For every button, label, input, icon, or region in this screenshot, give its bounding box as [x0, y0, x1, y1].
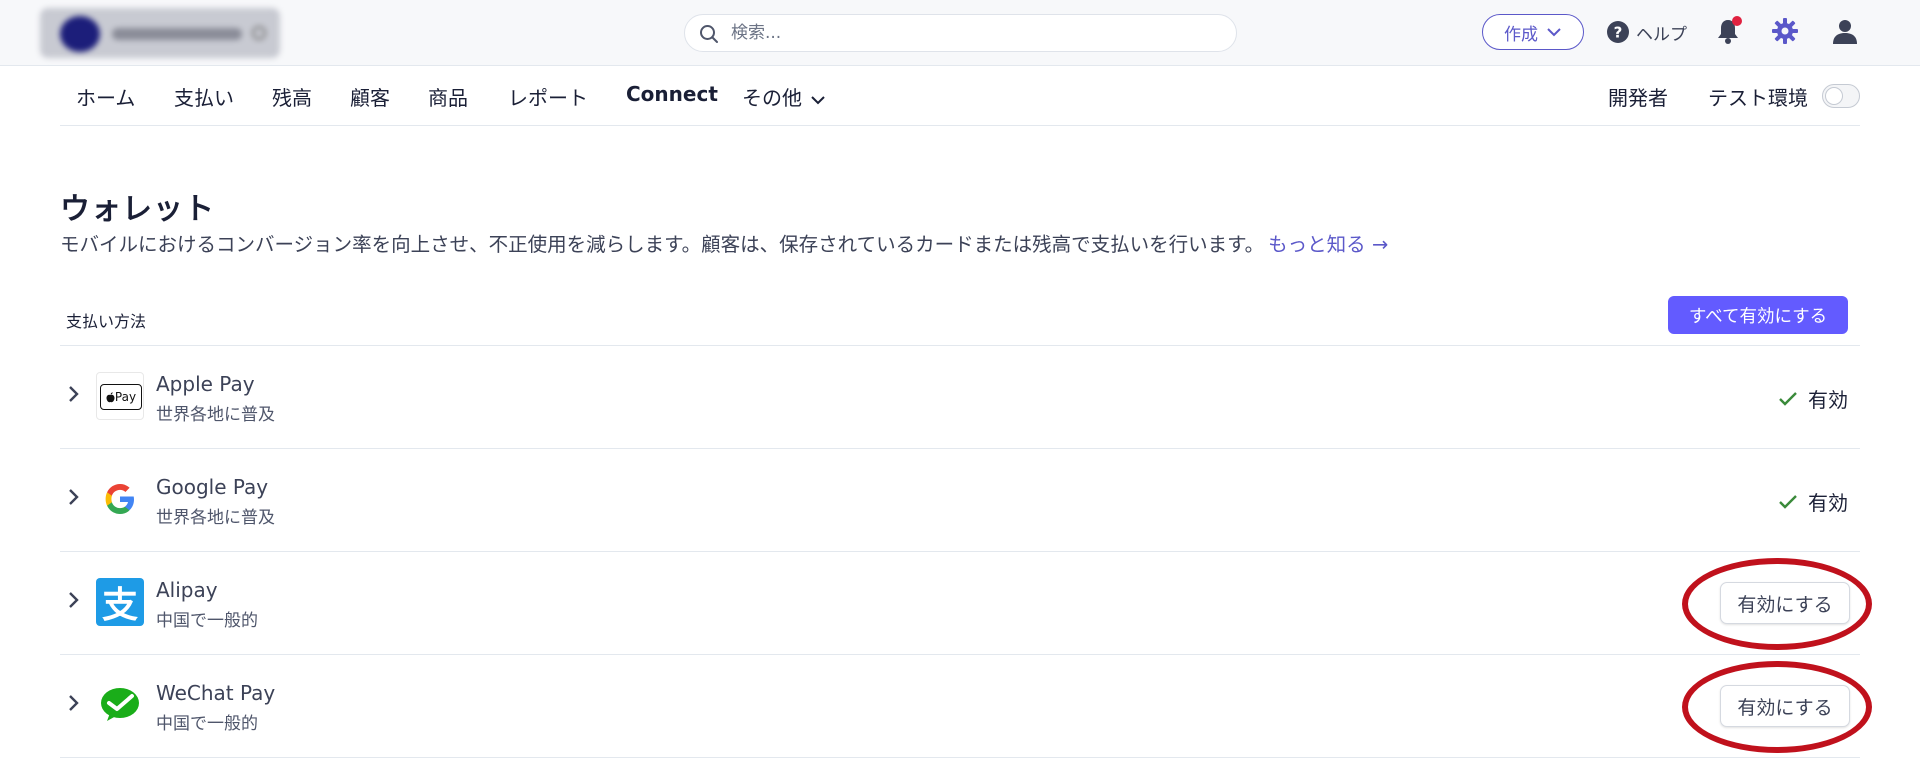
apple-pay-mark: Pay — [100, 384, 142, 410]
help-link[interactable]: ? ヘルプ — [1606, 18, 1687, 46]
help-icon: ? — [1607, 21, 1629, 43]
main-nav: ホーム 支払い 残高 顧客 商品 レポート Connect その他 開発者 テス… — [60, 66, 1860, 126]
status-enabled: 有効 — [1778, 384, 1848, 413]
enable-wechat-pay-button[interactable]: 有効にする — [1720, 685, 1850, 727]
chevron-right-icon[interactable] — [62, 485, 86, 509]
chevron-right-icon[interactable] — [62, 382, 86, 406]
payment-method-region: 中国で一般的 — [156, 714, 258, 734]
enable-all-button[interactable]: すべて有効にする — [1668, 296, 1848, 334]
tab-payments[interactable]: 支払い — [174, 82, 234, 111]
column-header-payment-method: 支払い方法 — [66, 312, 147, 331]
top-bar: 作成 ? ヘルプ — [0, 0, 1920, 66]
payment-method-region: 世界各地に普及 — [156, 508, 275, 528]
user-icon — [1833, 20, 1857, 44]
tab-more-label: その他 — [742, 86, 802, 110]
test-mode-toggle[interactable] — [1822, 84, 1860, 108]
payment-method-row-alipay[interactable]: 支 Alipay 中国で一般的 有効にする — [60, 552, 1872, 655]
tab-connect[interactable]: Connect — [626, 82, 718, 106]
test-mode-label: テスト環境 — [1708, 86, 1808, 110]
account-name-blurred — [112, 28, 242, 40]
check-icon — [1779, 391, 1797, 406]
enable-alipay-button[interactable]: 有効にする — [1720, 582, 1850, 624]
chevron-down-icon — [811, 95, 825, 104]
status-enabled: 有効 — [1778, 487, 1848, 516]
google-icon — [105, 484, 134, 514]
payment-method-region: 世界各地に普及 — [156, 405, 275, 425]
search-icon — [700, 25, 718, 43]
account-avatar — [60, 16, 100, 52]
payment-method-region: 中国で一般的 — [156, 611, 258, 631]
account-switcher[interactable] — [40, 8, 280, 58]
notification-badge — [1732, 16, 1742, 26]
toggle-knob — [1825, 87, 1843, 105]
create-label: 作成 — [1504, 24, 1538, 45]
check-icon — [1779, 494, 1797, 509]
alipay-icon: 支 — [96, 578, 144, 626]
payment-method-row-google-pay[interactable]: Google Pay 世界各地に普及 有効 — [60, 449, 1860, 552]
learn-more-link[interactable]: もっと知る → — [1268, 233, 1388, 256]
status-label: 有効 — [1808, 388, 1848, 412]
payment-method-name: Alipay — [156, 578, 218, 602]
page-description: モバイルにおけるコンバージョン率を向上させ、不正使用を減らします。顧客は、保存さ… — [60, 228, 1388, 257]
tab-balance[interactable]: 残高 — [272, 82, 312, 111]
help-label: ヘルプ — [1636, 24, 1687, 45]
payment-method-name: WeChat Pay — [156, 681, 276, 705]
payment-method-row-apple-pay[interactable]: Pay Apple Pay 世界各地に普及 有効 — [60, 346, 1860, 449]
notifications-button[interactable] — [1716, 16, 1742, 48]
apple-pay-icon: Pay — [96, 372, 144, 420]
create-button[interactable]: 作成 — [1482, 14, 1584, 50]
search-input[interactable] — [731, 15, 1221, 51]
developers-link[interactable]: 開発者 — [1608, 82, 1668, 111]
chevron-right-icon[interactable] — [62, 691, 86, 715]
apple-icon — [106, 391, 115, 402]
description-text: モバイルにおけるコンバージョン率を向上させ、不正使用を減らします。顧客は、保存さ… — [60, 233, 1265, 256]
payment-method-name: Google Pay — [156, 475, 269, 499]
payment-method-name: Apple Pay — [156, 372, 255, 396]
tab-products[interactable]: 商品 — [428, 82, 468, 111]
tab-home[interactable]: ホーム — [76, 82, 135, 111]
payment-method-row-wechat-pay[interactable]: WeChat Pay 中国で一般的 有効にする — [60, 655, 1872, 758]
tab-more[interactable]: その他 — [742, 82, 826, 111]
apple-pay-text: Pay — [114, 390, 137, 404]
search-box[interactable] — [684, 14, 1237, 52]
tab-customers[interactable]: 顧客 — [350, 82, 390, 111]
gear-icon — [1772, 18, 1798, 44]
chevron-down-icon — [252, 26, 266, 40]
svg-text:?: ? — [1614, 24, 1623, 42]
chevron-down-icon — [1547, 28, 1561, 37]
status-label: 有効 — [1808, 491, 1848, 515]
profile-button[interactable] — [1832, 18, 1858, 48]
wechat-icon — [101, 688, 139, 721]
tab-reports[interactable]: レポート — [508, 82, 588, 111]
page-title: ウォレット — [60, 192, 215, 227]
settings-button[interactable] — [1772, 18, 1798, 48]
chevron-right-icon[interactable] — [62, 588, 86, 612]
